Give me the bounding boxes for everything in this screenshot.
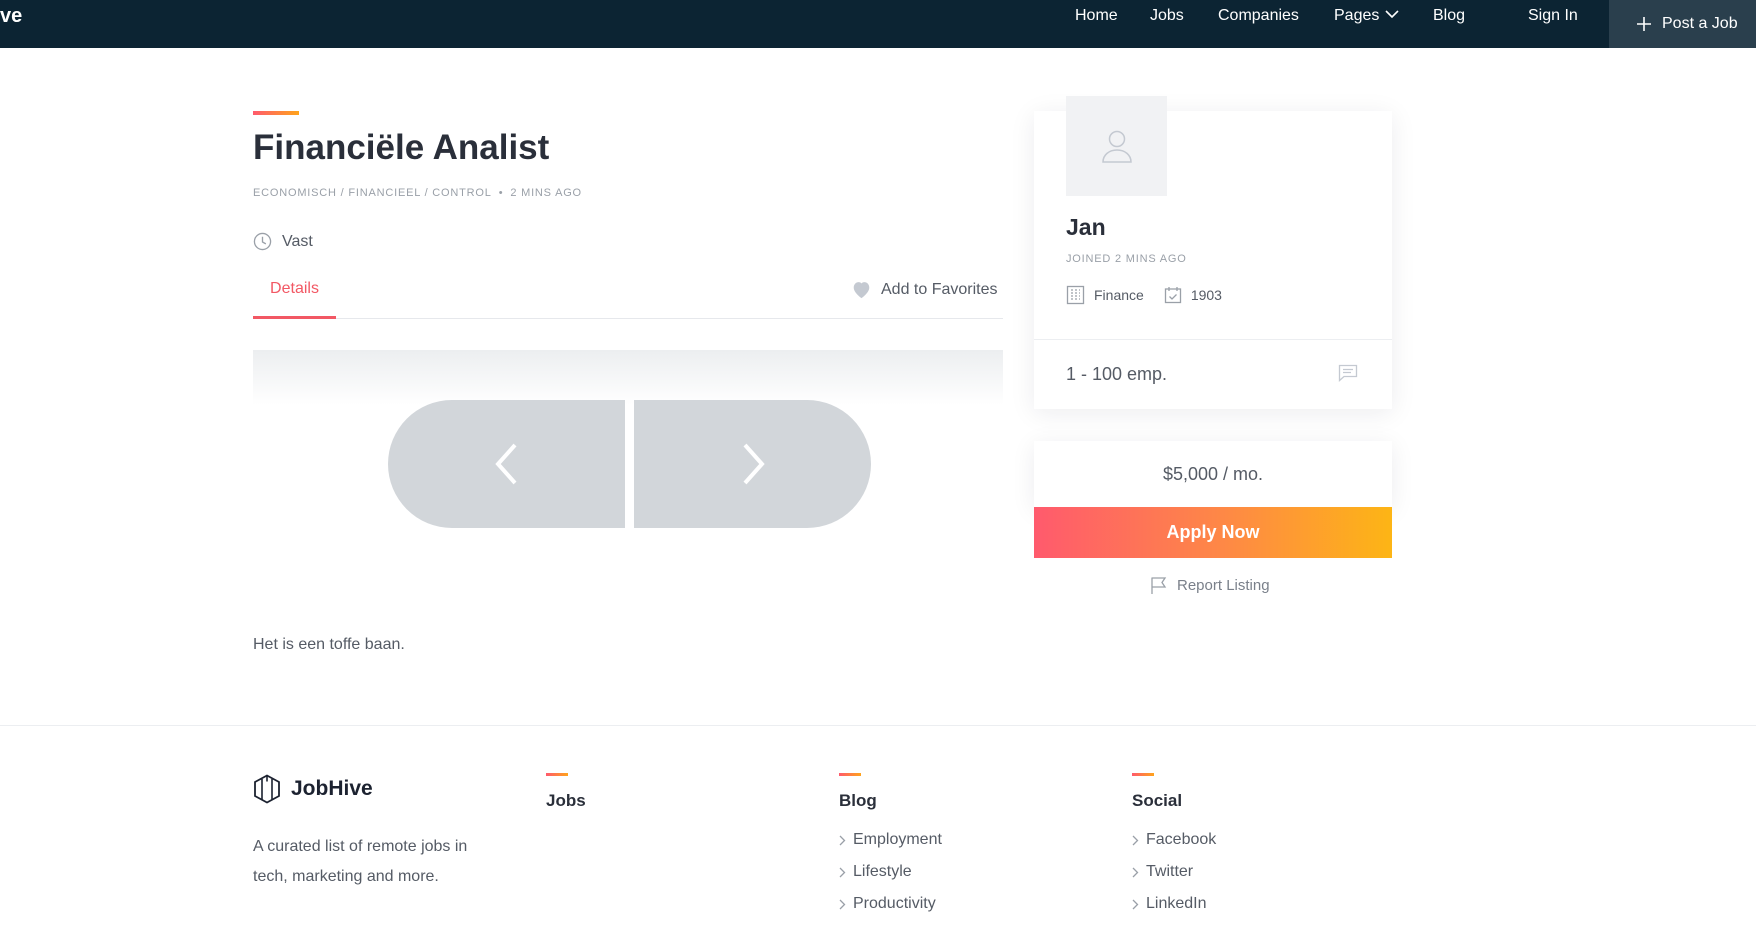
- footer-link-label: Facebook: [1146, 831, 1217, 848]
- chevron-right-icon: [1132, 867, 1139, 878]
- footer-social-links: Facebook Twitter LinkedIn: [1132, 829, 1216, 925]
- company-joined: JOINED 2 MINS AGO: [1066, 253, 1187, 265]
- footer-blog-links: Employment Lifestyle Productivity: [839, 829, 942, 925]
- report-listing-label: Report Listing: [1177, 577, 1270, 594]
- post-job-label: Post a Job: [1662, 15, 1738, 32]
- footer-link-employment[interactable]: Employment: [839, 829, 942, 861]
- sign-in-link[interactable]: Sign In: [1528, 6, 1578, 26]
- plus-icon: [1637, 17, 1651, 31]
- footer-link-facebook[interactable]: Facebook: [1132, 829, 1216, 861]
- job-category[interactable]: ECONOMISCH / FINANCIEEL / CONTROL: [253, 187, 492, 199]
- footer-link-productivity[interactable]: Productivity: [839, 893, 942, 925]
- calendar-icon: [1164, 287, 1181, 304]
- footer-logo-text: JobHive: [291, 777, 373, 800]
- job-meta: ECONOMISCH / FINANCIEEL / CONTROL • 2 MINS…: [253, 187, 582, 199]
- image-gallery: [253, 350, 1003, 600]
- job-posted-time: 2 MINS AGO: [510, 187, 582, 199]
- building-icon: [1066, 285, 1085, 305]
- job-title: Financiële Analist: [253, 128, 550, 167]
- nav-pages[interactable]: Pages: [1334, 6, 1399, 26]
- blog-heading-accent: [839, 773, 861, 776]
- company-name[interactable]: Jan: [1066, 214, 1106, 241]
- social-heading-accent: [1132, 773, 1154, 776]
- company-employees: 1 - 100 emp.: [1066, 364, 1168, 384]
- footer-link-twitter[interactable]: Twitter: [1132, 861, 1216, 893]
- nav-home[interactable]: Home: [1075, 6, 1118, 26]
- gallery-next-button[interactable]: [634, 400, 871, 528]
- nav-jobs[interactable]: Jobs: [1150, 6, 1184, 26]
- chevron-right-icon: [1132, 899, 1139, 910]
- company-industry: Finance: [1066, 285, 1144, 305]
- job-type-label: Vast: [282, 232, 313, 250]
- tabs-divider: [253, 318, 1003, 319]
- flag-icon: [1151, 577, 1167, 594]
- add-to-favorites-button[interactable]: Add to Favorites: [851, 280, 998, 299]
- company-founded-label: 1903: [1190, 287, 1222, 303]
- jobs-heading-accent: [546, 773, 568, 776]
- company-founded: 1903: [1164, 286, 1222, 304]
- footer-link-label: Employment: [853, 831, 942, 848]
- footer-link-label: Productivity: [853, 895, 936, 912]
- nav-blog[interactable]: Blog: [1433, 6, 1465, 26]
- chevron-left-icon: [494, 443, 516, 485]
- brand-logo-text[interactable]: ve: [0, 5, 22, 28]
- footer-link-linkedin[interactable]: LinkedIn: [1132, 893, 1216, 925]
- user-icon: [1101, 130, 1132, 163]
- footer-description: A curated list of remote jobs in tech, m…: [253, 838, 468, 885]
- clock-icon: [253, 232, 272, 251]
- tab-details[interactable]: Details: [253, 276, 336, 319]
- company-info: Finance 1903: [1066, 285, 1242, 305]
- footer-jobs-heading: Jobs: [546, 791, 586, 810]
- footer-link-lifestyle[interactable]: Lifestyle: [839, 861, 942, 893]
- top-navbar: ve Home Jobs Companies Pages Blog Sign I…: [0, 0, 1756, 48]
- title-accent-line: [253, 111, 299, 115]
- chevron-right-icon: [839, 899, 846, 910]
- meta-separator-dot: •: [498, 187, 504, 199]
- chevron-right-icon: [839, 835, 846, 846]
- report-listing-link[interactable]: Report Listing: [1150, 576, 1270, 595]
- nav-pages-label: Pages: [1334, 7, 1380, 24]
- heart-icon: [853, 282, 870, 299]
- gallery-prev-button[interactable]: [388, 400, 625, 528]
- footer-social-heading: Social: [1132, 791, 1183, 810]
- chevron-right-icon: [1132, 835, 1139, 846]
- post-job-button[interactable]: Post a Job: [1609, 0, 1756, 48]
- salary-box: $5,000 / mo.: [1034, 441, 1392, 507]
- job-description: Het is een toffe baan.: [253, 636, 405, 653]
- chevron-down-icon: [1385, 10, 1399, 18]
- company-industry-label: Finance: [1094, 287, 1144, 303]
- chevron-right-icon: [743, 443, 765, 485]
- nav-companies[interactable]: Companies: [1218, 6, 1299, 26]
- add-to-favorites-label: Add to Favorites: [881, 280, 998, 298]
- card-divider: [1034, 339, 1392, 340]
- footer-blog-heading: Blog: [839, 791, 877, 810]
- company-avatar[interactable]: [1066, 96, 1167, 196]
- jobhive-logo-icon: [254, 774, 280, 804]
- footer-link-label: Twitter: [1146, 863, 1194, 880]
- footer-divider: [0, 725, 1756, 726]
- footer-link-label: Lifestyle: [853, 863, 912, 880]
- footer-link-label: LinkedIn: [1146, 895, 1207, 912]
- message-icon[interactable]: [1338, 364, 1358, 382]
- job-type: Vast: [253, 232, 313, 251]
- chevron-right-icon: [839, 867, 846, 878]
- footer-logo[interactable]: JobHive: [253, 774, 373, 804]
- apply-now-button[interactable]: Apply Now: [1034, 507, 1392, 558]
